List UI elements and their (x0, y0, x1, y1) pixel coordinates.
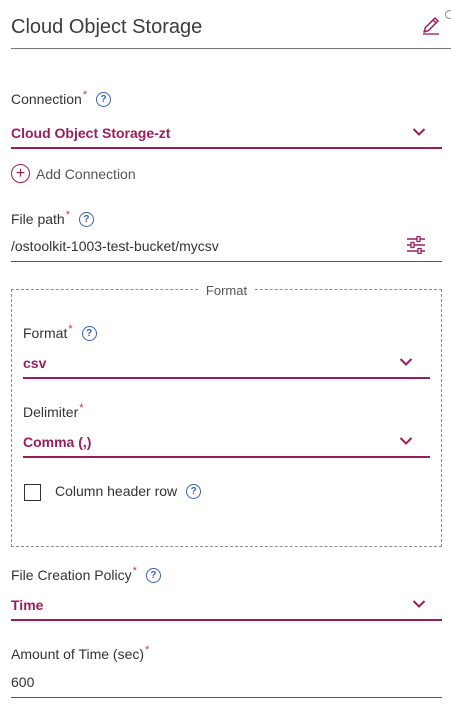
help-icon[interactable]: ? (186, 483, 202, 499)
format-select-value: csv (23, 355, 47, 371)
edit-icon[interactable] (420, 14, 442, 36)
file-creation-policy-select[interactable]: Time (11, 595, 442, 621)
delimiter-select[interactable]: Comma (,) (23, 432, 430, 458)
delimiter-select-value: Comma (,) (23, 434, 92, 450)
format-group-legend-text: Format (199, 283, 254, 298)
column-header-row-label: Column header row ? (55, 483, 202, 499)
required-marker: * (68, 323, 73, 335)
file-path-label-text: File path (11, 211, 65, 227)
help-icon[interactable]: ? (78, 211, 94, 227)
help-icon[interactable]: ? (96, 91, 112, 107)
amount-of-time-input[interactable]: 600 (11, 672, 442, 698)
required-marker: * (79, 402, 84, 414)
chevron-down-icon (399, 358, 413, 366)
panel-title: Cloud Object Storage (11, 16, 203, 38)
add-icon: + (11, 164, 30, 183)
cos-properties-panel: Cloud Object Storage Connection * ? Cloud… (0, 0, 451, 706)
file-creation-policy-label: File Creation Policy * ? (11, 565, 161, 583)
delimiter-label: Delimiter * (23, 402, 84, 420)
required-marker: * (82, 89, 88, 101)
corner-indicator (445, 10, 451, 19)
file-path-value: /ostoolkit-1003-test-bucket/mycsv (11, 238, 219, 254)
connection-label-text: Connection (11, 91, 82, 107)
amount-of-time-label-text: Amount of Time (sec) (11, 646, 145, 662)
connection-label: Connection * ? (11, 89, 112, 107)
file-creation-policy-value: Time (11, 597, 44, 613)
settings-sliders-icon[interactable] (406, 236, 426, 254)
connection-select[interactable]: Cloud Object Storage-zt (11, 123, 442, 149)
amount-of-time-value: 600 (11, 674, 35, 690)
file-creation-policy-label-text: File Creation Policy (11, 567, 132, 583)
delimiter-label-text: Delimiter (23, 404, 79, 420)
file-path-input[interactable]: /ostoolkit-1003-test-bucket/mycsv (11, 236, 442, 262)
help-icon[interactable]: ? (145, 567, 161, 583)
panel-header: Cloud Object Storage (11, 0, 451, 49)
connection-select-value: Cloud Object Storage-zt (11, 125, 171, 141)
chevron-down-icon (399, 437, 413, 445)
required-marker: * (145, 644, 150, 656)
add-connection-button[interactable]: + Add Connection (11, 164, 136, 183)
format-label-text: Format (23, 325, 68, 341)
format-group: Format Format * ? csv Delimiter * Comma (,… (11, 283, 442, 547)
format-select[interactable]: csv (23, 353, 430, 379)
column-header-row-checkbox[interactable] (24, 484, 41, 501)
amount-of-time-label: Amount of Time (sec) * (11, 644, 150, 662)
required-marker: * (132, 565, 137, 577)
required-marker: * (65, 209, 70, 221)
add-connection-label: Add Connection (36, 165, 136, 182)
help-icon[interactable]: ? (81, 325, 97, 341)
chevron-down-icon (412, 600, 426, 608)
column-header-row-label-text: Column header row (55, 483, 178, 499)
format-label: Format * ? (23, 323, 97, 341)
chevron-down-icon (412, 128, 426, 136)
format-group-legend: Format (12, 282, 441, 300)
file-path-label: File path * ? (11, 209, 94, 227)
